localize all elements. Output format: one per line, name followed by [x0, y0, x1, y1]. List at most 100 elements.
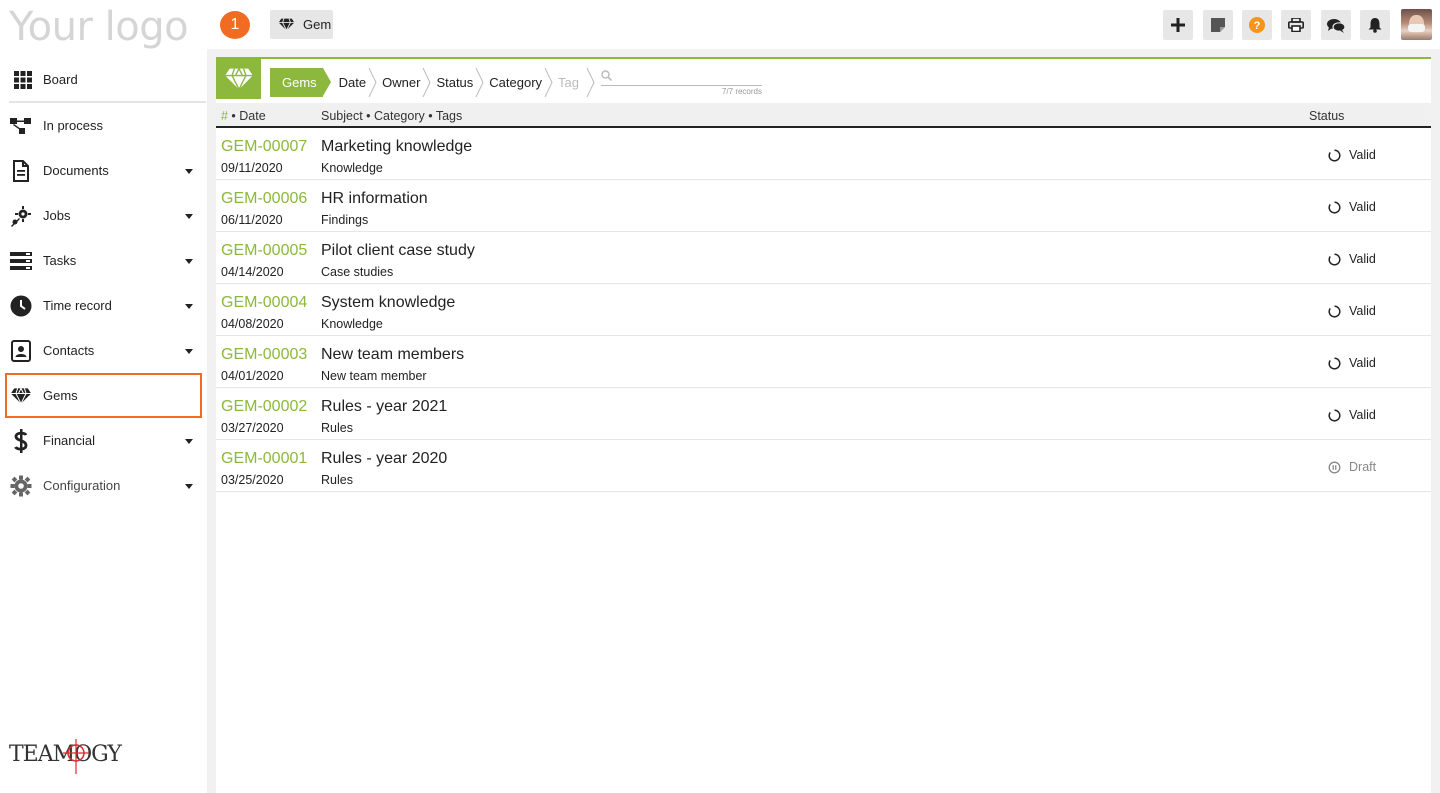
gem-date: 03/25/2020	[221, 473, 284, 487]
chat-button[interactable]	[1321, 10, 1351, 40]
sidebar-item-label: Documents	[43, 163, 109, 178]
status-badge: Valid	[1328, 356, 1376, 370]
gem-category: Knowledge	[321, 317, 383, 331]
status-label: Valid	[1349, 408, 1376, 422]
status-valid-icon	[1328, 200, 1341, 214]
records-count: 7/7 records	[721, 87, 762, 96]
filter-label: Owner	[382, 75, 421, 90]
sidebar-item-tasks[interactable]: Tasks	[0, 238, 207, 283]
filter-status[interactable]: Status	[426, 68, 484, 97]
sidebar-item-label: Board	[43, 72, 78, 87]
sidebar-item-label: Jobs	[43, 208, 71, 223]
gem-subject: Marketing knowledge	[321, 138, 473, 155]
help-button[interactable]: ?	[1242, 10, 1272, 40]
sidebar-item-label: In process	[43, 118, 103, 133]
gem-subject: Rules - year 2021	[321, 398, 448, 415]
status-badge: Valid	[1328, 304, 1376, 318]
module-tile[interactable]	[216, 59, 261, 99]
print-button[interactable]	[1281, 10, 1311, 40]
add-button[interactable]	[1163, 10, 1193, 40]
filter-gems[interactable]: Gems	[270, 68, 331, 97]
gem-subject: System knowledge	[321, 294, 456, 311]
chevron-right-icon	[586, 68, 595, 97]
status-label: Valid	[1349, 304, 1376, 318]
chevron-down-icon[interactable]	[185, 258, 193, 264]
logo[interactable]: Your logo	[9, 4, 189, 50]
filter-tag[interactable]: Tag	[548, 68, 599, 97]
gem-id[interactable]: GEM-00006	[221, 190, 307, 208]
brand-text: TEAMOGY	[9, 742, 122, 767]
search-input[interactable]: 7/7 records	[601, 69, 762, 96]
sidebar-item-time-record[interactable]: Time record	[0, 283, 207, 328]
notification-badge[interactable]: 1	[220, 11, 250, 39]
sidebar-item-documents[interactable]: Documents	[0, 148, 207, 193]
gem-context-chip[interactable]: Gem	[270, 10, 333, 39]
sidebar-item-in-process[interactable]: In process	[0, 103, 207, 148]
notes-button[interactable]	[1203, 10, 1233, 40]
gear-icon	[10, 475, 32, 497]
diamond-icon	[278, 18, 295, 31]
chevron-down-icon[interactable]	[185, 168, 193, 174]
sidebar-item-label: Contacts	[43, 343, 95, 358]
table-row[interactable]: GEM-00007 09/11/2020 Marketing knowledge…	[216, 128, 1431, 180]
filter-owner[interactable]: Owner	[372, 68, 431, 97]
table-row[interactable]: GEM-00004 04/08/2020 System knowledge Kn…	[216, 284, 1431, 336]
sidebar-item-financial[interactable]: Financial	[0, 418, 207, 463]
main-panel: Gems Date Owner Status Category Tag 7/7 …	[216, 57, 1431, 793]
gem-id[interactable]: GEM-00003	[221, 346, 307, 364]
chevron-down-icon[interactable]	[185, 303, 193, 309]
status-badge: Valid	[1328, 148, 1376, 162]
status-valid-icon	[1328, 252, 1341, 266]
table-row[interactable]: GEM-00005 04/14/2020 Pilot client case s…	[216, 232, 1431, 284]
chevron-down-icon[interactable]	[185, 213, 193, 219]
chevron-down-icon[interactable]	[185, 438, 193, 444]
gem-id[interactable]: GEM-00004	[221, 294, 307, 312]
gem-id[interactable]: GEM-00001	[221, 450, 307, 468]
gem-date: 09/11/2020	[221, 161, 283, 175]
gem-id[interactable]: GEM-00007	[221, 138, 307, 156]
gem-id[interactable]: GEM-00002	[221, 398, 307, 416]
status-badge: Draft	[1328, 460, 1376, 474]
gem-category: Rules	[321, 421, 353, 435]
gem-category: Rules	[321, 473, 353, 487]
brand-logo: TEAMOGY	[9, 736, 129, 782]
jobs-icon	[10, 205, 32, 227]
table-row[interactable]: GEM-00001 03/25/2020 Rules - year 2020 R…	[216, 440, 1431, 492]
sidebar: Your logo Board In process Documents Job…	[0, 0, 207, 793]
sidebar-item-gems[interactable]: Gems	[5, 373, 202, 418]
gem-id[interactable]: GEM-00005	[221, 242, 307, 260]
sidebar-item-label: Configuration	[43, 478, 121, 493]
sidebar-item-label: Time record	[43, 298, 112, 313]
chevron-down-icon[interactable]	[185, 483, 193, 489]
header-status[interactable]: Status	[1309, 109, 1344, 123]
chevron-down-icon[interactable]	[185, 348, 193, 354]
filter-label: Category	[489, 75, 543, 90]
gem-subject: Rules - year 2020	[321, 450, 448, 467]
sidebar-item-jobs[interactable]: Jobs	[0, 193, 207, 238]
table-row[interactable]: GEM-00002 03/27/2020 Rules - year 2021 R…	[216, 388, 1431, 440]
grid-icon	[12, 69, 34, 91]
table-row[interactable]: GEM-00003 04/01/2020 New team members Ne…	[216, 336, 1431, 388]
status-valid-icon	[1328, 304, 1341, 318]
sidebar-item-contacts[interactable]: Contacts	[0, 328, 207, 373]
header-id-date[interactable]: # • Date	[221, 109, 266, 123]
sidebar-item-board[interactable]: Board	[9, 58, 206, 103]
user-avatar[interactable]	[1401, 9, 1432, 40]
notifications-button[interactable]	[1360, 10, 1390, 40]
status-label: Valid	[1349, 148, 1376, 162]
status-label: Draft	[1349, 460, 1377, 474]
table-row[interactable]: GEM-00006 06/11/2020 HR information Find…	[216, 180, 1431, 232]
sidebar-item-configuration[interactable]: Configuration	[0, 463, 207, 508]
avatar-mask	[1408, 24, 1425, 32]
status-label: Valid	[1349, 252, 1376, 266]
header-subject[interactable]: Subject • Category • Tags	[321, 109, 462, 123]
sidebar-item-label: Financial	[43, 433, 96, 448]
filter-category[interactable]: Category	[479, 68, 553, 97]
search-icon	[601, 70, 612, 81]
gem-category: Knowledge	[321, 161, 383, 175]
flow-icon	[10, 115, 32, 137]
help-icon: ?	[1249, 17, 1265, 33]
contacts-icon	[10, 339, 32, 362]
gem-subject: HR information	[321, 190, 428, 207]
status-label: Valid	[1349, 356, 1376, 370]
